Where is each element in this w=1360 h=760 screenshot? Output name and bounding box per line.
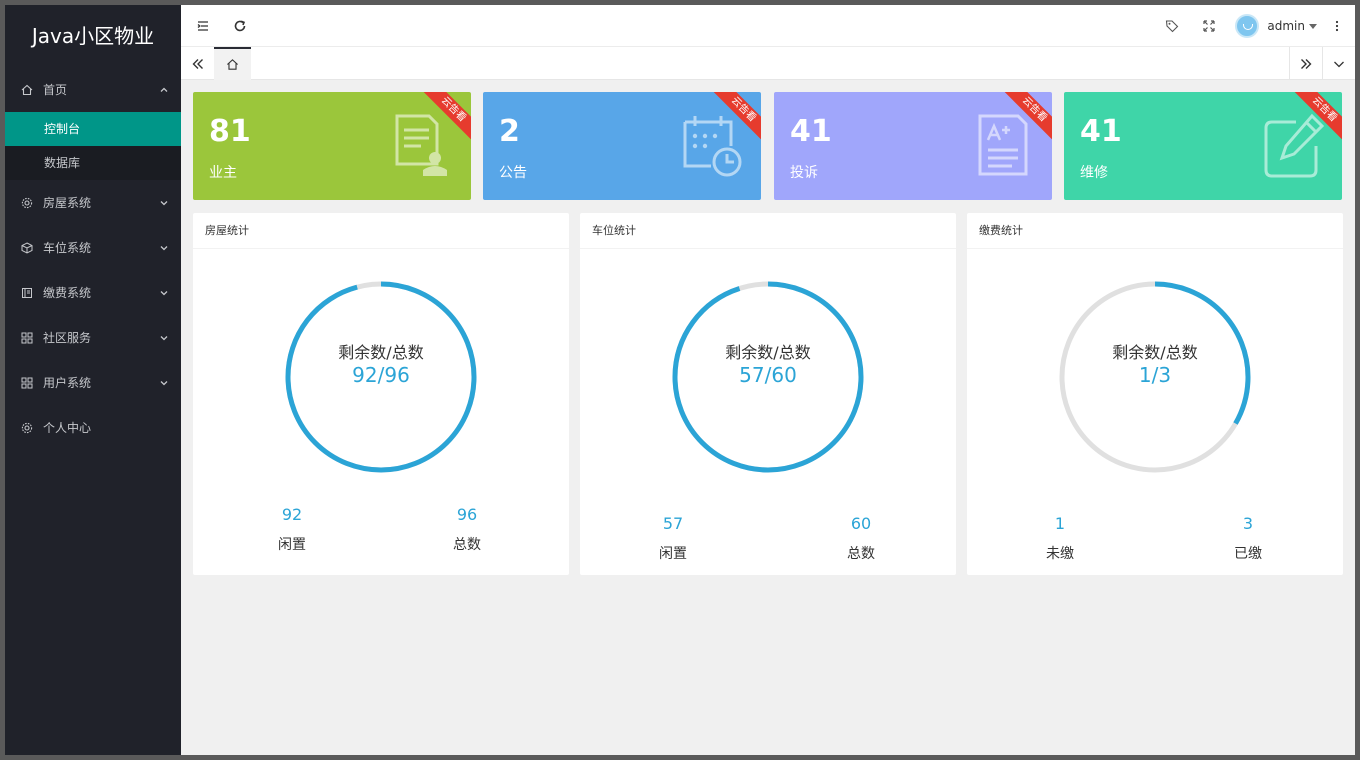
menu-toggle-icon[interactable] bbox=[193, 16, 213, 36]
document-user-icon bbox=[395, 114, 447, 176]
stat-label: 业主 bbox=[209, 165, 237, 181]
panel-parking-stats: 车位统计 剩余数/总数 57/60 57 闲置 60 总数 bbox=[580, 213, 956, 575]
stat-right: 3 已缴 bbox=[1208, 514, 1288, 563]
stat-value: 41 bbox=[790, 114, 832, 149]
home-submenu: 控制台 数据库 bbox=[5, 112, 181, 180]
tag-icon[interactable] bbox=[1162, 16, 1182, 36]
panel-housing-stats: 房屋统计 剩余数/总数 92/96 92 闲置 96 总数 bbox=[193, 213, 569, 575]
sidebar-subitem-database[interactable]: 数据库 bbox=[5, 146, 181, 180]
sidebar-item-label: 首页 bbox=[43, 83, 68, 97]
document-grade-icon bbox=[978, 114, 1028, 176]
fullscreen-icon[interactable] bbox=[1199, 16, 1219, 36]
panel-payment-stats: 缴费统计 剩余数/总数 1/3 1 未缴 3 已缴 bbox=[967, 213, 1343, 575]
panel-title: 车位统计 bbox=[580, 213, 956, 249]
sidebar-item-home[interactable]: 首页 bbox=[5, 67, 181, 112]
stat-left-value: 1 bbox=[1054, 514, 1066, 533]
tab-home[interactable] bbox=[214, 47, 251, 80]
sidebar-item-profile[interactable]: 个人中心 bbox=[5, 405, 181, 450]
donut-center-label: 剩余数/总数 bbox=[725, 343, 811, 362]
stat-left-label: 未缴 bbox=[1046, 546, 1074, 562]
stat-left-value: 57 bbox=[662, 514, 684, 533]
chevron-down-icon bbox=[160, 380, 168, 385]
username: admin bbox=[1267, 19, 1305, 33]
donut-center-value: 57/60 bbox=[739, 363, 797, 387]
scroll-right-icon[interactable] bbox=[1289, 47, 1322, 80]
stat-right-value: 60 bbox=[850, 514, 872, 533]
donut-center-label: 剩余数/总数 bbox=[338, 343, 424, 362]
chevron-up-icon bbox=[160, 87, 168, 92]
stat-left: 57 闲置 bbox=[633, 514, 713, 563]
sidebar-item-label: 缴费系统 bbox=[43, 286, 92, 300]
sidebar-item-label: 个人中心 bbox=[43, 421, 92, 435]
top-header: admin bbox=[181, 5, 1355, 47]
sidebar-item-label: 房屋系统 bbox=[43, 196, 92, 210]
stat-label: 投诉 bbox=[790, 165, 818, 181]
stat-right-label: 已缴 bbox=[1234, 546, 1262, 562]
donut-center-value: 1/3 bbox=[1138, 363, 1172, 387]
chevron-down-icon bbox=[160, 245, 168, 250]
stat-card-owners[interactable]: 81 业主 云告看 bbox=[193, 92, 471, 200]
calendar-clock-icon bbox=[683, 116, 742, 177]
chevron-down-icon bbox=[160, 290, 168, 295]
avatar bbox=[1235, 14, 1260, 38]
stat-card-notices[interactable]: 2 公告 云告看 bbox=[483, 92, 761, 200]
more-vertical-icon[interactable] bbox=[1327, 16, 1347, 36]
stat-right-label: 总数 bbox=[453, 537, 481, 553]
sidebar-item-community[interactable]: 社区服务 bbox=[5, 315, 181, 360]
stat-label: 公告 bbox=[499, 165, 527, 181]
chevron-down-icon bbox=[160, 200, 168, 205]
main-content: 81 业主 云告看 2 公告 云告看 41 投诉 云告看 41 维修 云告看 房… bbox=[181, 80, 1355, 755]
sidebar-item-parking[interactable]: 车位系统 bbox=[5, 225, 181, 270]
stat-right-value: 3 bbox=[1242, 514, 1254, 533]
stat-left-label: 闲置 bbox=[659, 546, 687, 562]
stat-right-label: 总数 bbox=[847, 546, 875, 562]
panel-title: 缴费统计 bbox=[967, 213, 1343, 249]
chevron-down-icon bbox=[160, 335, 168, 340]
stat-left: 1 未缴 bbox=[1020, 514, 1100, 563]
apps-icon bbox=[21, 377, 33, 389]
sidebar-item-label: 用户系统 bbox=[43, 376, 92, 390]
tab-bar bbox=[181, 47, 1355, 80]
sidebar-item-payment[interactable]: 缴费系统 bbox=[5, 270, 181, 315]
edit-icon bbox=[1264, 113, 1325, 178]
sidebar-subitem-console[interactable]: 控制台 bbox=[5, 112, 181, 146]
stat-value: 81 bbox=[209, 114, 251, 149]
sidebar-item-label: 社区服务 bbox=[43, 331, 92, 345]
donut-center-label: 剩余数/总数 bbox=[1112, 343, 1198, 362]
app-logo: Java小区物业 bbox=[31, 24, 155, 48]
apps-icon bbox=[21, 332, 33, 344]
scroll-left-icon[interactable] bbox=[181, 47, 214, 80]
donut-center-value: 92/96 bbox=[352, 363, 410, 387]
sidebar: Java小区物业 首页 控制台 数据库 房屋系统 车位系统 缴费系统 社区服务 … bbox=[5, 5, 181, 755]
stat-label: 维修 bbox=[1080, 165, 1108, 181]
stat-left: 92 闲置 bbox=[252, 505, 332, 554]
stat-left-value: 92 bbox=[281, 505, 303, 524]
gear-icon bbox=[21, 197, 33, 209]
refresh-icon[interactable] bbox=[230, 16, 250, 36]
app-window: Java小区物业 首页 控制台 数据库 房屋系统 车位系统 缴费系统 社区服务 … bbox=[5, 5, 1355, 755]
sidebar-item-housing[interactable]: 房屋系统 bbox=[5, 180, 181, 225]
user-menu[interactable]: admin bbox=[1235, 13, 1317, 39]
book-icon bbox=[21, 287, 33, 299]
panel-title: 房屋统计 bbox=[193, 213, 569, 249]
stat-value: 2 bbox=[499, 114, 520, 149]
home-icon bbox=[21, 84, 33, 96]
stat-right: 96 总数 bbox=[427, 505, 507, 554]
stat-right: 60 总数 bbox=[821, 514, 901, 563]
stat-right-value: 96 bbox=[456, 505, 478, 524]
caret-down-icon bbox=[1309, 23, 1317, 29]
sidebar-item-label: 车位系统 bbox=[43, 241, 92, 255]
cube-icon bbox=[21, 241, 33, 254]
tab-options-icon[interactable] bbox=[1322, 47, 1355, 80]
sidebar-item-users[interactable]: 用户系统 bbox=[5, 360, 181, 405]
stat-left-label: 闲置 bbox=[278, 537, 306, 553]
stat-card-repairs[interactable]: 41 维修 云告看 bbox=[1064, 92, 1342, 200]
home-icon bbox=[227, 59, 238, 70]
gear-icon bbox=[21, 422, 33, 434]
stat-value: 41 bbox=[1080, 114, 1122, 149]
stat-card-complaints[interactable]: 41 投诉 云告看 bbox=[774, 92, 1052, 200]
